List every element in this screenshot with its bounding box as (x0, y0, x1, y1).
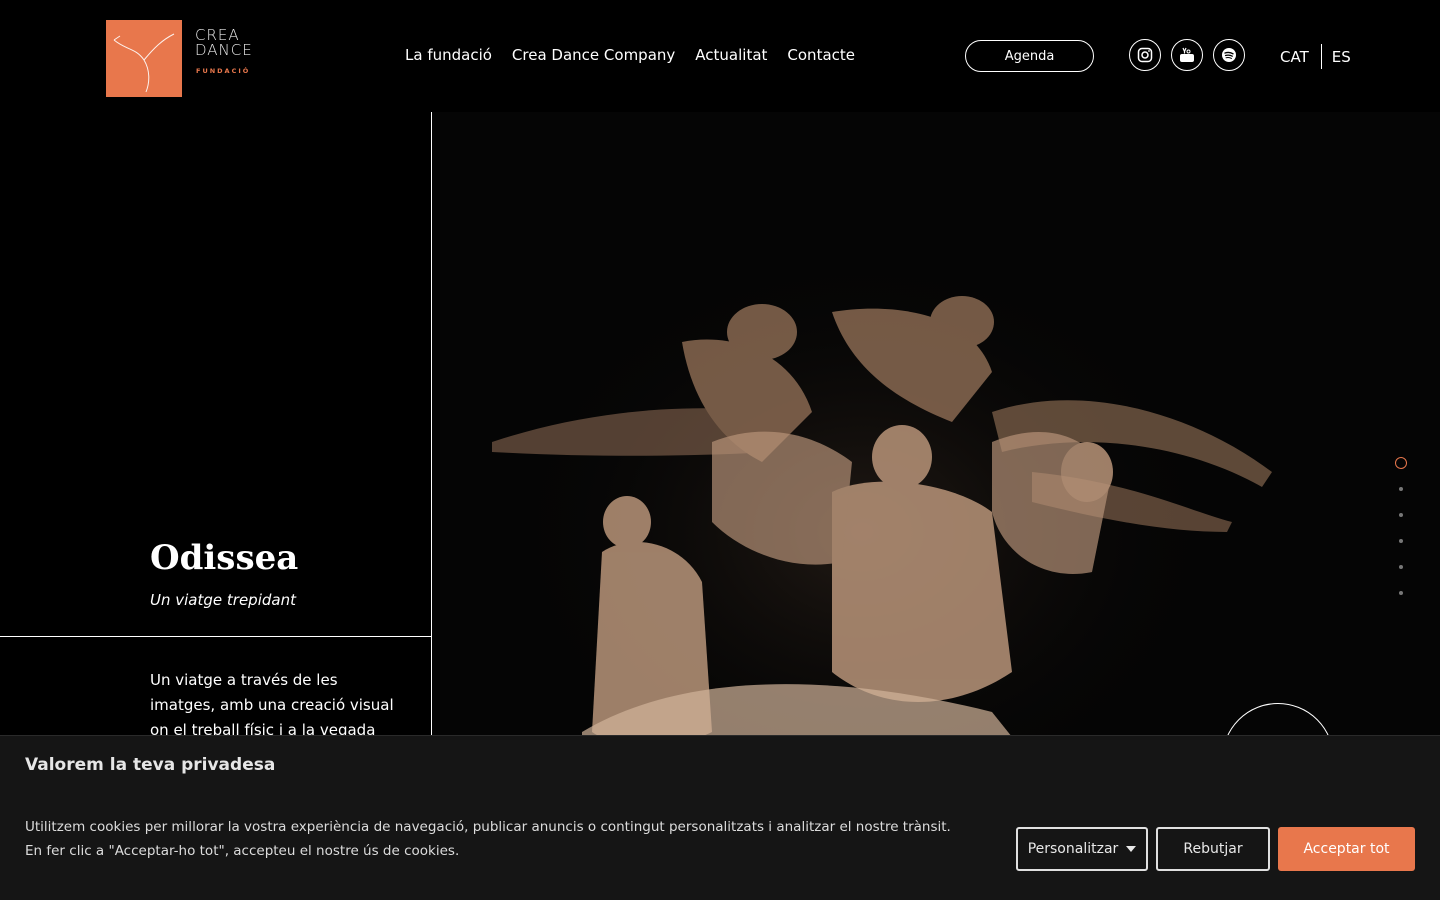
instagram-link[interactable] (1129, 39, 1161, 71)
site-logo[interactable]: CREA DANCE FUNDACIÓ (106, 20, 253, 97)
show-title: Odissea (150, 538, 299, 578)
lang-divider (1320, 44, 1322, 69)
slide-dot-6[interactable] (1399, 591, 1403, 595)
nav-crea-dance-company[interactable]: Crea Dance Company (512, 46, 675, 64)
nav-contacte[interactable]: Contacte (787, 46, 855, 64)
slide-dot-5[interactable] (1399, 565, 1403, 569)
cookie-banner: Valorem la teva privadesa Utilitzem cook… (0, 735, 1440, 900)
main-nav: La fundació Crea Dance Company Actualita… (405, 46, 855, 64)
customize-cookies-button[interactable]: Personalitzar (1016, 827, 1148, 871)
show-subtitle: Un viatge trepidant (150, 591, 296, 609)
agenda-button[interactable]: Agenda (965, 40, 1094, 72)
spotify-link[interactable] (1213, 39, 1245, 71)
nav-actualitat[interactable]: Actualitat (695, 46, 767, 64)
spotify-icon (1222, 48, 1236, 62)
site-header: CREA DANCE FUNDACIÓ La fundació Crea Dan… (0, 0, 1440, 112)
slide-dot-4[interactable] (1399, 539, 1403, 543)
slide-dot-1[interactable] (1395, 457, 1407, 469)
logo-text: CREA DANCE FUNDACIÓ (195, 28, 253, 75)
caret-down-icon (1126, 846, 1137, 852)
cookie-text: Utilitzem cookies per millorar la vostra… (25, 819, 951, 859)
logo-mark (106, 20, 182, 97)
youtube-icon (1180, 47, 1194, 62)
logo-word-dance: DANCE (195, 41, 253, 59)
youtube-link[interactable] (1171, 39, 1203, 71)
nav-la-fundacio[interactable]: La fundació (405, 46, 492, 64)
customize-label: Personalitzar (1027, 841, 1119, 857)
lang-cat[interactable]: CAT (1280, 48, 1309, 66)
language-switcher: CAT ES (1280, 44, 1351, 69)
instagram-icon (1137, 47, 1153, 63)
reject-cookies-button[interactable]: Rebutjar (1156, 827, 1270, 871)
accept-cookies-button[interactable]: Acceptar tot (1278, 827, 1415, 871)
cookie-title: Valorem la teva privadesa (25, 755, 276, 775)
lang-es[interactable]: ES (1332, 48, 1351, 66)
slide-dot-2[interactable] (1399, 487, 1403, 491)
slide-dot-3[interactable] (1399, 513, 1403, 517)
logo-subtitle: FUNDACIÓ (196, 67, 251, 75)
panel-divider (0, 636, 432, 637)
